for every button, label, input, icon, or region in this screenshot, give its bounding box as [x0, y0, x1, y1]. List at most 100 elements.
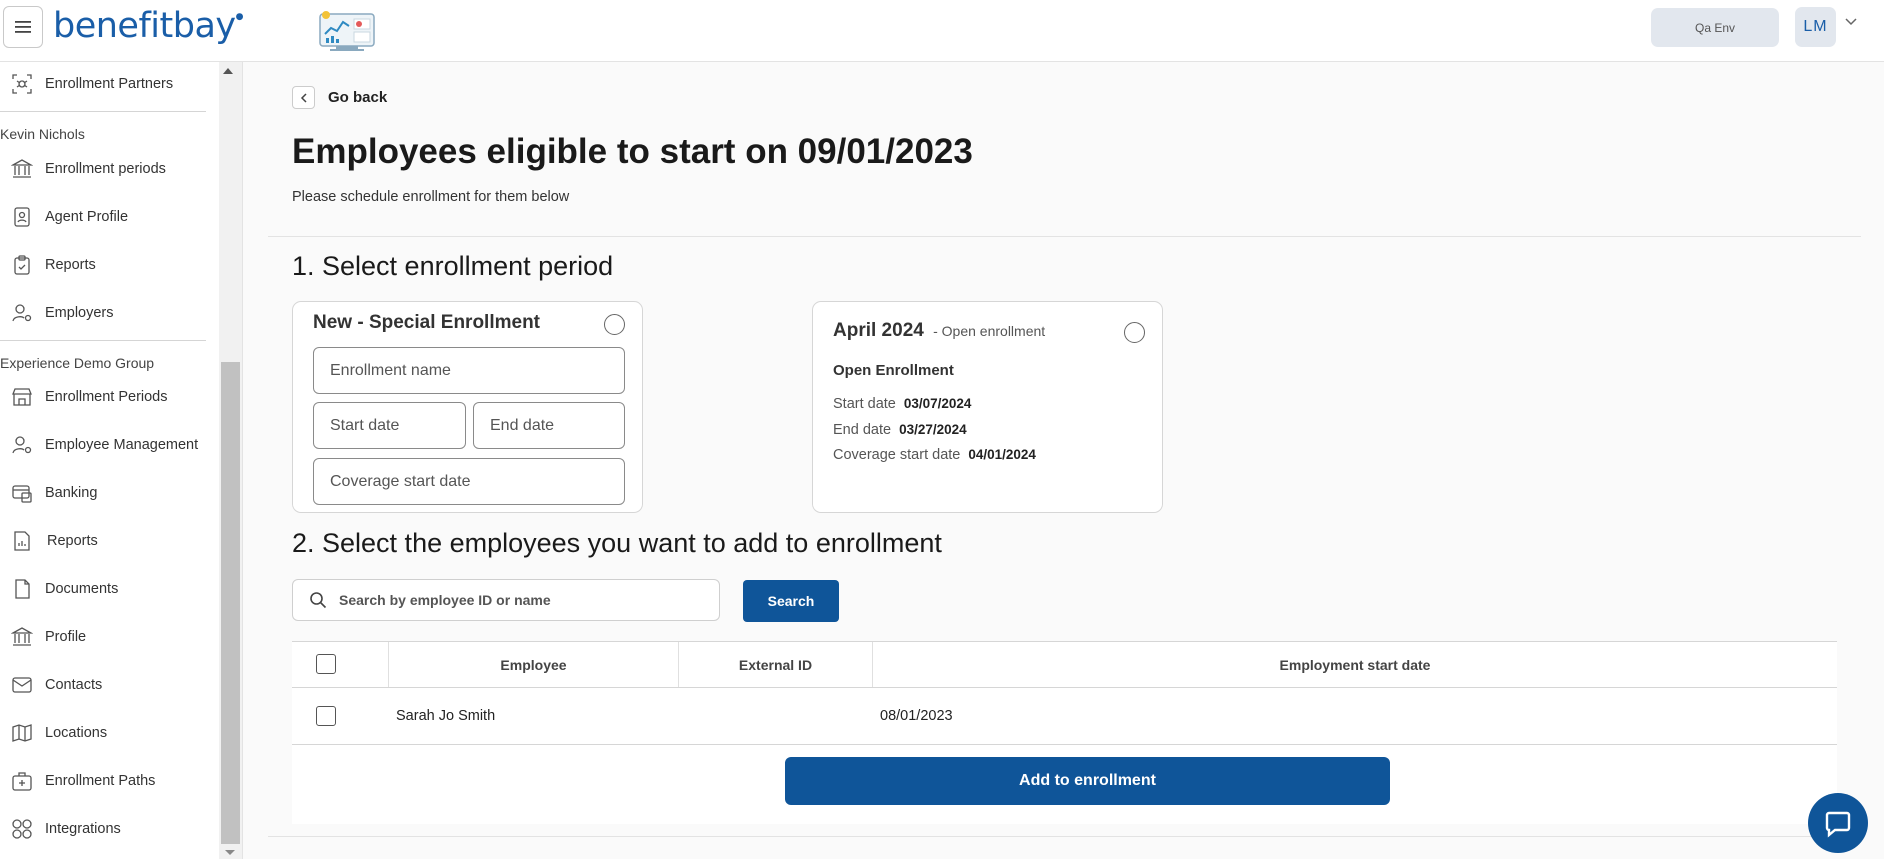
scroll-up-arrow-icon[interactable]: [223, 68, 233, 74]
column-header-employment-start-date[interactable]: Employment start date: [873, 642, 1837, 687]
sidebar-item-reports[interactable]: Reports: [0, 248, 210, 282]
sidebar-item-integrations[interactable]: Integrations: [0, 812, 210, 846]
sidebar-group-title: Experience Demo Group: [0, 355, 155, 371]
section-heading-step2: 2. Select the employees you want to add …: [292, 528, 942, 558]
chat-button[interactable]: [1808, 793, 1868, 853]
coverage-start-date-field[interactable]: Coverage start date: [313, 458, 625, 505]
sidebar-item-locations[interactable]: Locations: [0, 716, 210, 750]
sidebar-item-label: Integrations: [45, 821, 121, 837]
sidebar-item-label: Enrollment Paths: [45, 773, 156, 789]
enrollment-partners-icon: [10, 72, 34, 96]
search-icon: [309, 591, 327, 609]
period-name: Open Enrollment: [833, 362, 954, 379]
go-back-label: Go back: [328, 89, 388, 106]
brand-logo[interactable]: benefitbay●: [53, 6, 244, 46]
new-enrollment-radio[interactable]: [604, 314, 625, 335]
sidebar-scrollbar-thumb[interactable]: [221, 362, 240, 844]
new-enrollment-title: New - Special Enrollment: [313, 312, 540, 333]
new-enrollment-card[interactable]: New - Special Enrollment Enrollment name…: [292, 301, 643, 513]
sidebar-item-label: Contacts: [45, 677, 103, 693]
row-divider: [292, 744, 1837, 745]
divider: [268, 836, 1861, 837]
map-pin-icon: [10, 721, 34, 745]
bank-building-icon: [10, 157, 34, 181]
sidebar-item-label: Enrollment periods: [45, 161, 166, 177]
period-month: April 2024: [833, 320, 924, 341]
sidebar-item-label: Documents: [45, 581, 119, 597]
end-date-field[interactable]: End date: [473, 402, 625, 449]
clipboard-icon: [10, 253, 34, 277]
integrations-icon: [10, 817, 34, 841]
enrollment-name-field[interactable]: Enrollment name: [313, 347, 625, 394]
sidebar-item-agent-profile[interactable]: Agent Profile: [0, 200, 210, 234]
table-row[interactable]: Sarah Jo Smith 08/01/2023: [292, 688, 1837, 744]
start-date-field[interactable]: Start date: [313, 402, 466, 449]
user-avatar[interactable]: LM: [1795, 7, 1836, 47]
sidebar-item-label: Agent Profile: [45, 209, 129, 225]
employee-name: Sarah Jo Smith: [396, 708, 496, 724]
chat-bubble-icon: [1825, 811, 1851, 838]
employee-search-box[interactable]: [292, 579, 720, 621]
hamburger-icon: [15, 21, 31, 33]
chevron-down-icon[interactable]: [1845, 18, 1857, 26]
sidebar-item-label: Enrollment Periods: [45, 389, 168, 405]
sidebar-item-contacts[interactable]: Contacts: [0, 668, 210, 702]
period-coverage-date: Coverage start date 04/01/2024: [833, 447, 1036, 463]
environment-button[interactable]: Qa Env: [1651, 8, 1779, 47]
sidebar-item-enrollment-periods-2[interactable]: Enrollment Periods: [0, 380, 210, 414]
sidebar-item-reports-2[interactable]: Reports: [0, 524, 210, 558]
sidebar-item-enrollment-partners[interactable]: Enrollment Partners: [0, 67, 210, 101]
sidebar-item-label: Employers: [45, 305, 114, 321]
period-start-date: Start date 03/07/2024: [833, 396, 972, 412]
sidebar-item-documents[interactable]: Documents: [0, 572, 210, 606]
report-document-icon: [10, 529, 34, 553]
search-button[interactable]: Search: [743, 580, 839, 622]
select-all-header: [292, 642, 389, 687]
document-icon: [10, 577, 34, 601]
column-header-external-id[interactable]: External ID: [679, 642, 873, 687]
sidebar-divider: [0, 111, 206, 112]
scroll-down-arrow-icon[interactable]: [225, 850, 235, 855]
page-subtitle: Please schedule enrollment for them belo…: [292, 189, 570, 205]
sidebar-item-enrollment-periods[interactable]: Enrollment periods: [0, 152, 210, 186]
sidebar-item-banking[interactable]: Banking: [0, 476, 210, 510]
top-bar: benefitbay● Qa Env LM: [0, 0, 1884, 62]
sidebar-item-label: Enrollment Partners: [45, 76, 174, 92]
main-content: Go back Employees eligible to start on 0…: [268, 62, 1884, 859]
sidebar-item-enrollment-paths[interactable]: Enrollment Paths: [0, 764, 210, 798]
bank-card-icon: [10, 481, 34, 505]
divider: [268, 236, 1861, 237]
employee-search-input[interactable]: [339, 592, 699, 608]
employees-table: Employee External ID Employment start da…: [292, 641, 1837, 824]
column-header-employee[interactable]: Employee: [389, 642, 679, 687]
go-back-link[interactable]: Go back: [292, 86, 387, 109]
menu-button[interactable]: [3, 6, 43, 48]
add-to-enrollment-button[interactable]: Add to enrollment: [785, 757, 1390, 805]
medical-bag-icon: [10, 769, 34, 793]
sidebar-item-label: Reports: [47, 533, 98, 549]
sidebar-item-label: Employee Management: [45, 437, 199, 453]
sidebar-item-label: Profile: [45, 629, 87, 645]
period-title: April 2024 - Open enrollment: [833, 320, 1045, 342]
select-all-checkbox[interactable]: [316, 654, 336, 674]
sidebar: Enrollment Partners Kevin Nichols Enroll…: [0, 62, 243, 859]
id-badge-icon: [10, 205, 34, 229]
user-gear-icon: [10, 433, 34, 457]
period-end-date: End date 03/27/2024: [833, 422, 967, 438]
dashboard-illustration-icon: [319, 11, 375, 51]
row-checkbox[interactable]: [316, 706, 336, 726]
period-type: - Open enrollment: [933, 323, 1046, 339]
user-gear-icon: [10, 301, 34, 325]
open-enrollment-card[interactable]: April 2024 - Open enrollment Open Enroll…: [812, 301, 1163, 513]
sidebar-group-title: Kevin Nichols: [0, 126, 85, 142]
page-title: Employees eligible to start on 09/01/202…: [292, 132, 973, 171]
bank-building-icon: [10, 625, 34, 649]
sidebar-item-label: Reports: [45, 257, 96, 273]
sidebar-item-label: Locations: [45, 725, 108, 741]
mail-icon: [10, 673, 34, 697]
sidebar-item-employee-management[interactable]: Employee Management: [0, 428, 210, 462]
open-enrollment-radio[interactable]: [1124, 322, 1145, 343]
sidebar-item-employers[interactable]: Employers: [0, 296, 210, 330]
sidebar-divider: [0, 340, 206, 341]
sidebar-item-profile[interactable]: Profile: [0, 620, 210, 654]
